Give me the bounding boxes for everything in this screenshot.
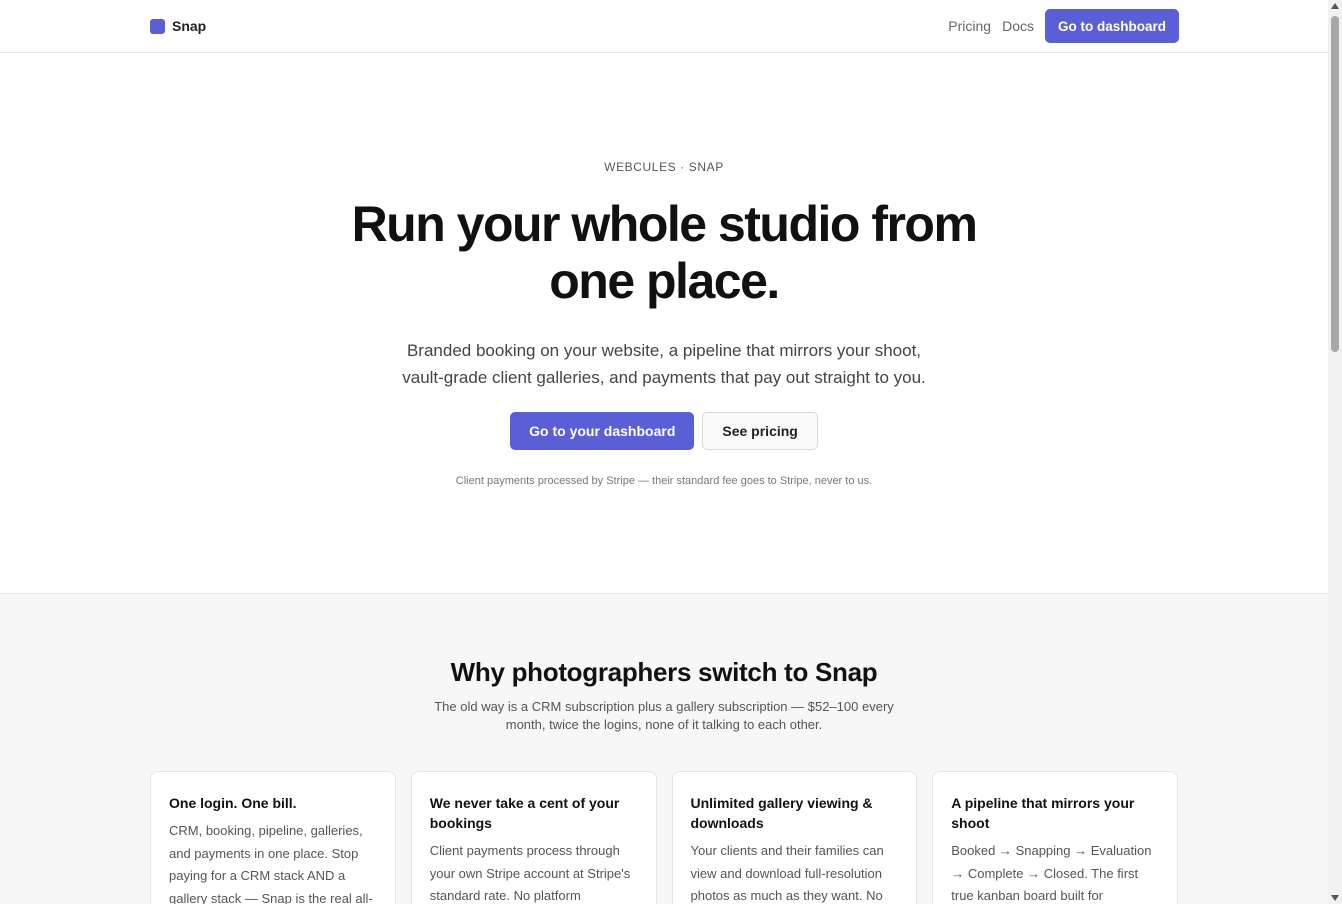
feature-card-title: One login. One bill. — [169, 795, 297, 811]
nav-link-docs[interactable]: Docs — [1002, 18, 1034, 34]
feature-card-body: Client payments process through your own… — [429, 843, 631, 903]
hero-eyebrow: WEBCULES · SNAP — [604, 160, 724, 174]
brand-logo[interactable]: Snap — [150, 18, 206, 34]
features-lead: The old way is a CRM subscription plus a… — [434, 699, 894, 732]
hero-cta-group: Go to your dashboard See pricing — [0, 412, 1328, 450]
feature-card-title: Unlimited gallery viewing & downloads — [690, 795, 873, 831]
feature-card: We never take a cent of your bookings Cl… — [410, 771, 657, 904]
feature-card-title: We never take a cent of your bookings — [429, 795, 620, 831]
feature-card-body: Your clients and their families can view… — [690, 843, 884, 903]
scroll-down-arrow-icon[interactable] — [1331, 895, 1339, 901]
scroll-up-arrow-icon[interactable] — [1331, 3, 1339, 9]
brand-name: Snap — [172, 18, 207, 34]
go-to-dashboard-button[interactable]: Go to dashboard — [1045, 9, 1179, 43]
see-pricing-button[interactable]: See pricing — [702, 412, 818, 450]
main-nav: Pricing Docs Go to dashboard — [948, 9, 1179, 43]
features-section: Why photographers switch to Snap The old… — [0, 593, 1328, 904]
vertical-scrollbar[interactable] — [1328, 0, 1342, 904]
feature-cards: One login. One bill. CRM, booking, pipel… — [150, 771, 1178, 904]
features-title: Why photographers switch to Snap — [450, 657, 878, 687]
go-to-your-dashboard-button[interactable]: Go to your dashboard — [510, 412, 695, 450]
stripe-fee-note: Client payments processed by Stripe — th… — [455, 475, 873, 487]
feature-card-body: CRM, booking, pipeline, galleries, and p… — [169, 823, 373, 904]
scrollbar-thumb[interactable] — [1331, 16, 1339, 352]
feature-card-body: Booked → Snapping → Evaluation → Complet… — [951, 843, 1152, 903]
hero-subhead: Branded booking on your website, a pipel… — [402, 341, 926, 387]
feature-card-title: A pipeline that mirrors your shoot — [951, 795, 1135, 831]
hero-headline: Run your whole studio from one place. — [351, 196, 978, 309]
top-navigation-bar: Snap Pricing Docs Go to dashboard — [0, 0, 1328, 53]
hero-section: WEBCULES · SNAP Run your whole studio fr… — [0, 53, 1328, 593]
square-logo-icon — [150, 18, 165, 34]
feature-card: One login. One bill. CRM, booking, pipel… — [150, 771, 396, 904]
page: Snap Pricing Docs Go to dashboard WEBCUL… — [0, 0, 1328, 904]
feature-card: A pipeline that mirrors your shoot Booke… — [932, 771, 1178, 904]
feature-card: Unlimited gallery viewing & downloads Yo… — [671, 771, 918, 904]
nav-link-pricing[interactable]: Pricing — [948, 18, 991, 34]
